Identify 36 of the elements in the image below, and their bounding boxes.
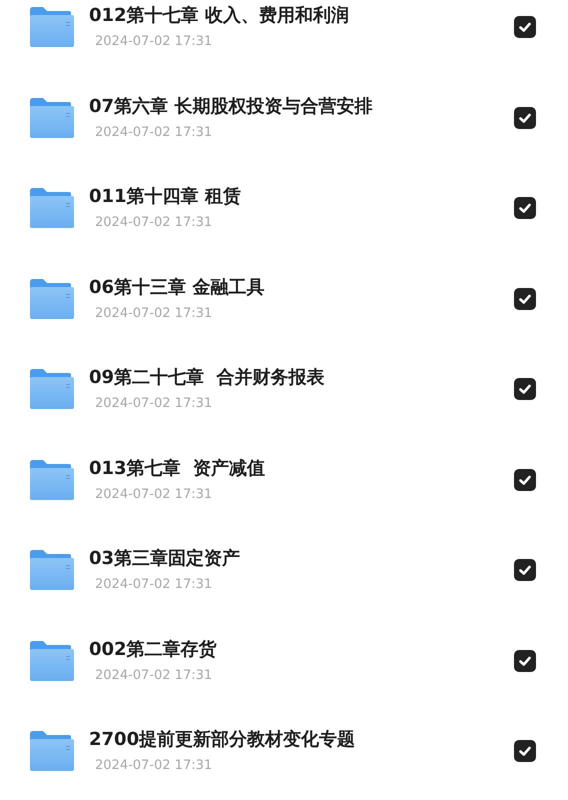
folder-name: 07第六章 长期股权投资与合营安排 [89,94,374,118]
folder-name: 06第十三章 金融工具 [89,276,266,300]
folder-name: 011第十四章 租赁 [89,185,242,209]
folder-icon [29,731,74,771]
modified-date: 2024-07-02 17:31 [95,758,214,774]
modified-date: 2024-07-02 17:31 [95,124,214,140]
folder-name: 012第十七章 收入、费用和利润 [89,4,350,28]
folder-icon [29,7,74,47]
modified-date: 2024-07-02 17:31 [95,668,214,684]
modified-date: 2024-07-02 17:31 [95,396,214,412]
modified-date: 2024-07-02 17:31 [95,34,214,50]
folder-name: 013第七章 资产减值 [89,456,266,480]
checkbox[interactable] [514,378,536,400]
folder-icon [29,550,74,590]
modified-date: 2024-07-02 17:31 [95,306,214,322]
modified-date: 2024-07-02 17:31 [95,577,214,593]
checkbox[interactable] [514,16,536,38]
folder-name: 2700提前更新部分教材变化专题 [89,728,356,752]
checkbox[interactable] [514,197,536,219]
folder-icon [29,369,74,409]
checkbox[interactable] [514,650,536,672]
folder-icon [29,640,74,680]
checkbox[interactable] [514,740,536,762]
folder-name: 002第二章存货 [89,638,218,662]
folder-icon [29,460,74,500]
folder-icon [29,278,74,318]
checkbox[interactable] [514,468,536,490]
folder-icon [29,98,74,138]
folder-icon [29,188,74,228]
modified-date: 2024-07-02 17:31 [95,215,214,231]
checkbox[interactable] [514,288,536,310]
checkbox[interactable] [514,559,536,581]
modified-date: 2024-07-02 17:31 [95,486,214,502]
folder-name: 03第三章固定资产 [89,547,242,571]
checkbox[interactable] [514,106,536,128]
folder-name: 09第二十七章 合并财务报表 [89,366,326,390]
